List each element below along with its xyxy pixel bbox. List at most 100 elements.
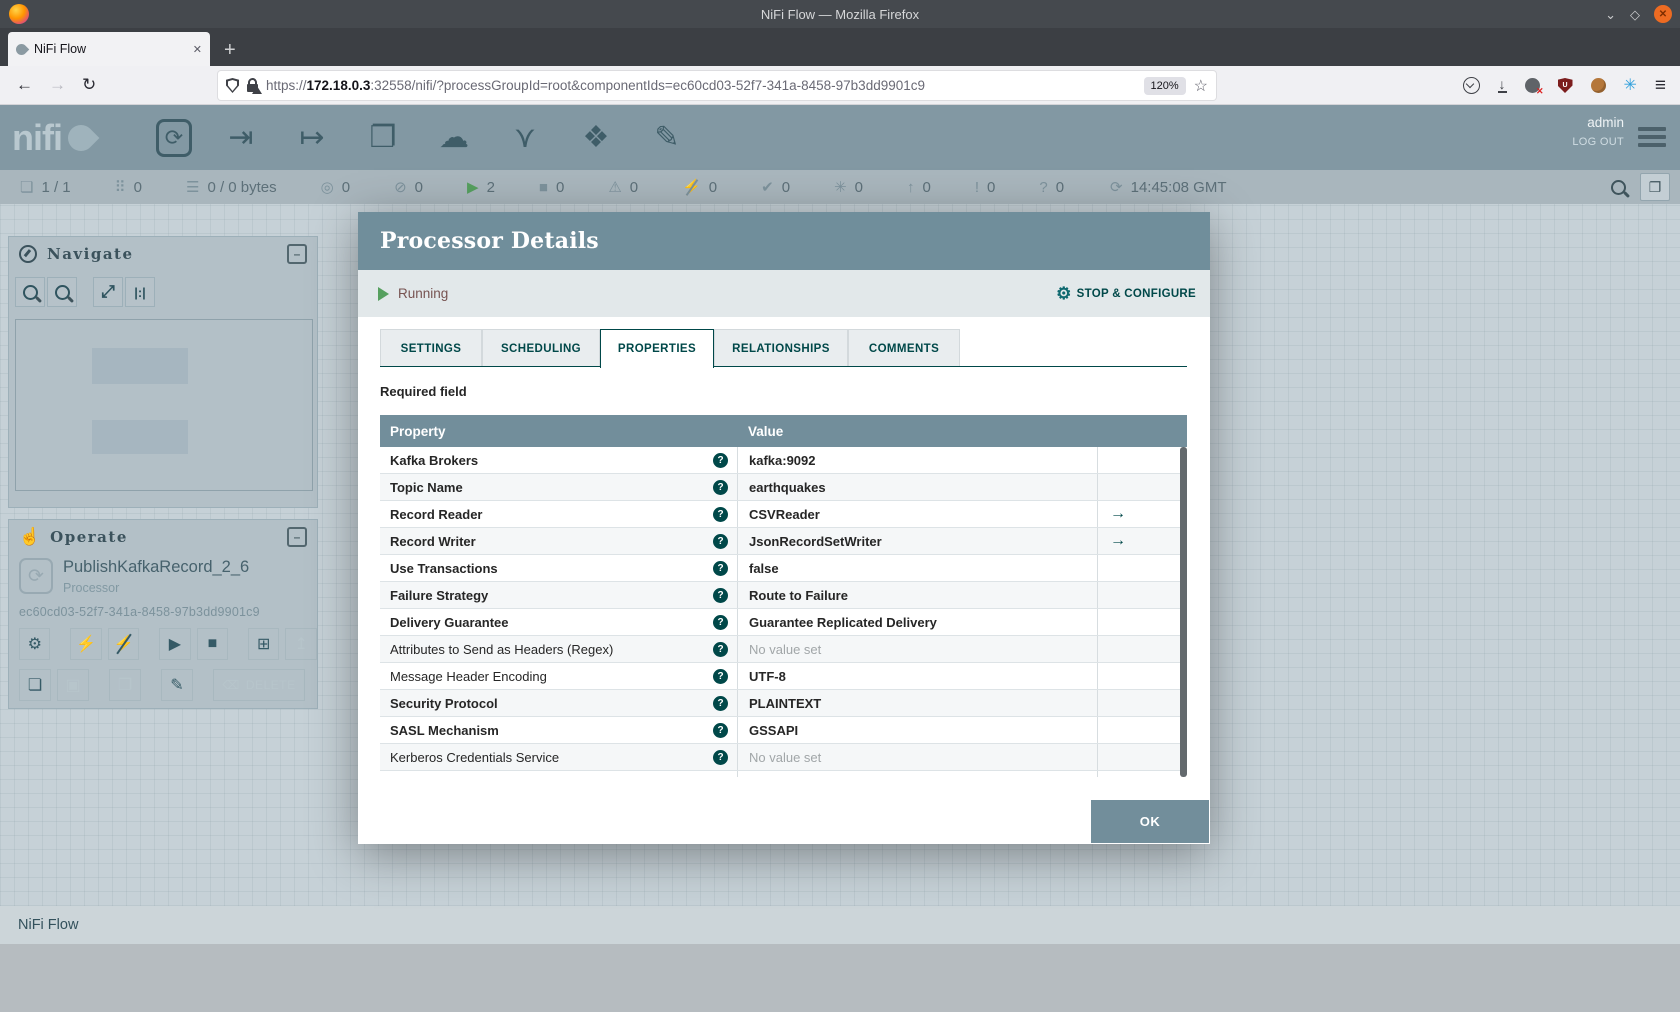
tab-scheduling[interactable]: SCHEDULING	[482, 329, 600, 367]
help-icon[interactable]: ?	[713, 587, 728, 603]
browser-menu-icon[interactable]: ≡	[1655, 75, 1666, 97]
refresh-icon[interactable]: ⟳	[1110, 180, 1123, 195]
copy-button[interactable]: ❏	[19, 669, 51, 701]
value-cell[interactable]: No value set	[737, 771, 1097, 777]
help-icon[interactable]: ?	[713, 479, 728, 495]
zoom-actual-button[interactable]: |:|	[125, 277, 155, 307]
ublock-extension-icon[interactable]: U	[1557, 78, 1573, 93]
window-restore-icon[interactable]: ◇	[1630, 8, 1640, 21]
cluster-icon: ❏	[20, 178, 34, 196]
help-icon[interactable]: ?	[713, 641, 728, 657]
tracking-shield-icon[interactable]	[226, 78, 239, 93]
table-scrollbar[interactable]	[1180, 447, 1187, 777]
fill-color-button[interactable]: ✎	[161, 669, 193, 701]
value-cell[interactable]: CSVReader	[737, 501, 1097, 527]
new-tab-button[interactable]: +	[224, 40, 236, 60]
help-icon[interactable]: ?	[713, 776, 728, 777]
lock-warning-icon[interactable]	[247, 78, 262, 94]
zoom-out-button[interactable]	[47, 277, 77, 307]
birdseye-map[interactable]	[15, 319, 313, 491]
help-icon[interactable]: ?	[713, 614, 728, 630]
template-tool-icon[interactable]: ❖	[574, 115, 618, 161]
dialog-header: Processor Details	[358, 212, 1210, 270]
processor-tool-icon[interactable]: ⟳	[156, 118, 192, 157]
tab-properties[interactable]: PROPERTIES	[600, 329, 714, 368]
value-cell[interactable]: PLAINTEXT	[737, 690, 1097, 716]
stop-button[interactable]: ■	[196, 628, 229, 660]
ok-button[interactable]: OK	[1091, 800, 1209, 843]
status-history-panel-button[interactable]: ❐	[1640, 173, 1670, 201]
help-icon[interactable]: ?	[713, 668, 728, 684]
help-icon[interactable]: ?	[713, 749, 728, 765]
browser-tab[interactable]: NiFi Flow ✕	[8, 32, 210, 66]
value-cell[interactable]: JsonRecordSetWriter	[737, 528, 1097, 554]
configure-button[interactable]: ⚙	[19, 628, 51, 660]
enable-button[interactable]: ⚡	[70, 628, 102, 660]
nifi-favicon	[13, 41, 30, 57]
dialog-title: Processor Details	[380, 228, 599, 254]
url-text[interactable]: https://172.18.0.3:32558/nifi/?processGr…	[266, 78, 1136, 93]
remote-process-group-tool-icon[interactable]: ☁	[432, 115, 476, 161]
cookie-extension-icon[interactable]	[1590, 78, 1606, 93]
value-cell[interactable]: false	[737, 555, 1097, 581]
value-cell[interactable]: kafka:9092	[737, 447, 1097, 473]
global-menu-icon[interactable]	[1638, 127, 1666, 151]
help-icon[interactable]: ?	[713, 506, 728, 522]
pocket-icon[interactable]	[1462, 77, 1480, 94]
value-cell[interactable]: No value set	[737, 636, 1097, 662]
window-minimize-icon[interactable]: ⌄	[1605, 8, 1616, 21]
help-icon[interactable]: ?	[713, 695, 728, 711]
process-group-tool-icon[interactable]: ❐	[361, 115, 405, 161]
screen: NiFi Flow — Mozilla Firefox ⌄ ◇ ✕ NiFi F…	[0, 0, 1680, 1012]
value-cell[interactable]: earthquakes	[737, 474, 1097, 500]
label-tool-icon[interactable]: ✎	[645, 115, 689, 161]
downloads-icon[interactable]: ↓	[1497, 77, 1507, 93]
property-cell: Message Header Encoding?	[380, 663, 737, 689]
disable-button[interactable]: ⚡	[107, 628, 140, 660]
goto-service-icon[interactable]: →	[1110, 533, 1126, 549]
bookmark-star-icon[interactable]: ☆	[1194, 76, 1208, 96]
value-cell[interactable]: UTF-8	[737, 663, 1097, 689]
search-icon[interactable]	[1611, 179, 1626, 195]
help-icon[interactable]: ?	[713, 452, 728, 468]
tab-close-icon[interactable]: ✕	[193, 43, 202, 56]
goto-service-icon[interactable]: →	[1110, 506, 1126, 522]
create-template-button[interactable]: ⊞	[248, 628, 280, 660]
extension-mask-icon[interactable]	[1524, 78, 1543, 97]
input-port-tool-icon[interactable]: ⇥	[219, 115, 263, 161]
navigate-collapse-button[interactable]: –	[287, 244, 307, 264]
processor-icon: ⟳	[19, 558, 53, 594]
logout-link[interactable]: LOG OUT	[1572, 136, 1624, 148]
zoom-level-badge[interactable]: 120%	[1143, 76, 1186, 95]
stop-and-configure-button[interactable]: ⚙ STOP & CONFIGURE	[1056, 285, 1196, 302]
help-icon[interactable]: ?	[713, 722, 728, 738]
zoom-fit-button[interactable]: ⤢	[93, 277, 123, 307]
start-button[interactable]: ▶	[159, 628, 191, 660]
start-icon: ▶	[168, 636, 182, 653]
operate-collapse-button[interactable]: –	[287, 527, 307, 547]
goto-cell: →	[1097, 501, 1180, 527]
value-cell[interactable]: Route to Failure	[737, 582, 1097, 608]
sparkle-extension-icon[interactable]: ✳	[1624, 77, 1637, 94]
breadcrumb[interactable]: NiFi Flow	[18, 917, 78, 933]
zoom-in-button[interactable]	[15, 277, 45, 307]
disabled-icon: ⚡	[682, 178, 701, 196]
goto-cell	[1097, 744, 1180, 770]
invalid-icon: ⚠	[608, 178, 622, 196]
tab-comments[interactable]: COMMENTS	[848, 329, 960, 367]
birdseye-component	[92, 420, 188, 454]
help-icon[interactable]: ?	[713, 560, 728, 576]
value-cell[interactable]: GSSAPI	[737, 717, 1097, 743]
funnel-tool-icon[interactable]: ⋎	[503, 115, 547, 161]
tab-settings[interactable]: SETTINGS	[380, 329, 482, 367]
back-button[interactable]: ←	[16, 75, 33, 95]
tab-relationships[interactable]: RELATIONSHIPS	[714, 329, 848, 367]
help-icon[interactable]: ?	[713, 533, 728, 549]
value-cell[interactable]: No value set	[737, 744, 1097, 770]
window-close-icon[interactable]: ✕	[1654, 5, 1672, 23]
reload-button[interactable]: ↻	[82, 75, 96, 95]
value-cell[interactable]: Guarantee Replicated Delivery	[737, 609, 1097, 635]
url-bar[interactable]: https://172.18.0.3:32558/nifi/?processGr…	[218, 71, 1216, 100]
status-item: ☰ 0 / 0 bytes	[186, 179, 277, 196]
output-port-tool-icon[interactable]: ↦	[290, 115, 334, 161]
